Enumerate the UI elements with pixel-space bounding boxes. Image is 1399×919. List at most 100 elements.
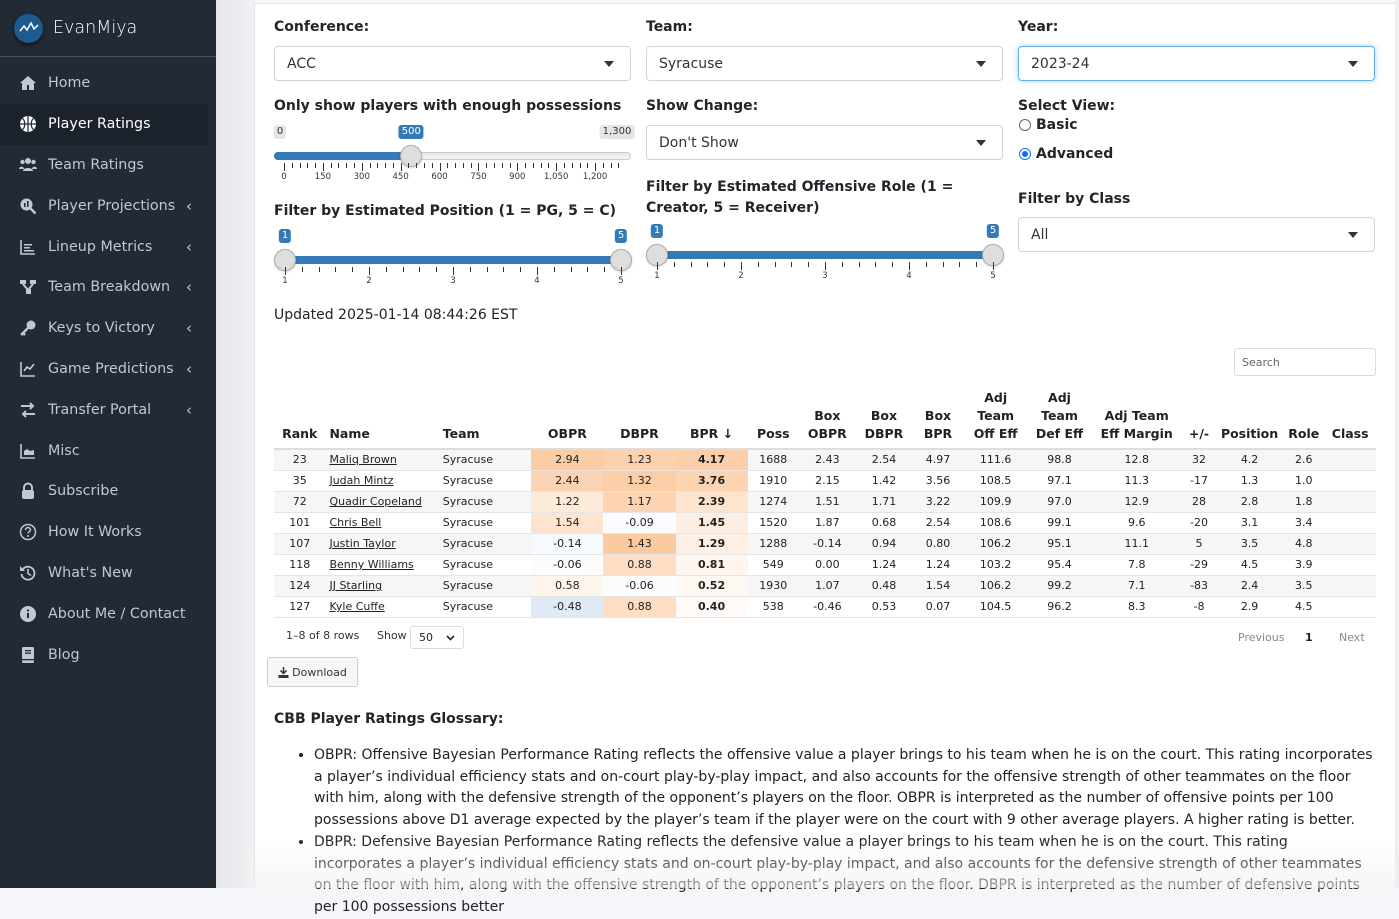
possessions-handle[interactable] <box>400 145 423 167</box>
class-select[interactable]: All <box>1018 217 1375 252</box>
column-header-box-obpr[interactable]: Box OBPR <box>799 389 856 450</box>
slider-tick <box>757 262 759 267</box>
column-header-adj-team-def-eff[interactable]: Adj Team Def Eff <box>1027 389 1092 450</box>
player-link[interactable]: Benny Williams <box>329 558 413 571</box>
radio-basic[interactable]: Basic <box>1019 117 1078 133</box>
slider-tick <box>377 163 379 168</box>
cell-+: -83 <box>1182 575 1216 597</box>
line-chart-icon <box>18 359 38 379</box>
slider-tick <box>942 262 944 267</box>
column-header-bpr[interactable]: BPR ↓ <box>675 389 748 450</box>
sidebar-item-how-it-works[interactable]: How It Works <box>0 512 216 553</box>
slider-tick <box>493 163 495 168</box>
player-link[interactable]: Justin Taylor <box>329 537 395 550</box>
table-row[interactable]: 107 Justin Taylor Syracuse -0.14 1.43 1.29 128… <box>274 533 1376 555</box>
sidebar-item-lineup-metrics[interactable]: Lineup Metrics ‹ <box>0 226 216 267</box>
conference-select[interactable]: ACC <box>274 46 631 81</box>
sidebar-item-player-ratings[interactable]: Player Ratings <box>0 103 208 145</box>
slider-tick <box>570 267 572 272</box>
previous-page-button[interactable]: Previous <box>1238 631 1285 644</box>
pagination-info: 1–8 of 8 rows <box>286 629 360 642</box>
cell-rank: 124 <box>274 575 326 597</box>
sidebar-item-misc[interactable]: Misc <box>0 430 216 471</box>
radio-advanced-label: Advanced <box>1036 146 1114 162</box>
team-select[interactable]: Syracuse <box>646 46 1003 81</box>
show-change-select[interactable]: Don't Show <box>646 125 1003 160</box>
column-header-position[interactable]: Position <box>1215 389 1284 450</box>
player-link[interactable]: Maliq Brown <box>329 453 396 466</box>
sidebar-item-about-me-contact[interactable]: About Me / Contact <box>0 593 216 634</box>
download-button[interactable]: Download <box>267 657 358 687</box>
next-page-button[interactable]: Next <box>1339 631 1365 644</box>
table-search-input[interactable]: Search <box>1234 348 1376 376</box>
slider-tick <box>322 163 324 171</box>
page-scrollbar[interactable] <box>1395 0 1399 888</box>
cell-+: 28 <box>1182 491 1216 513</box>
page-1-button[interactable]: 1 <box>1305 631 1313 644</box>
cell-poss: 1288 <box>747 533 800 555</box>
sidebar-item-blog[interactable]: Blog <box>0 634 216 675</box>
position-low-value: 1 <box>278 229 292 243</box>
sidebar-item-keys-to-victory[interactable]: Keys to Victory ‹ <box>0 308 216 349</box>
table-row[interactable]: 127 Kyle Cuffe Syracuse -0.48 0.88 0.40 538 -0.… <box>274 596 1376 618</box>
cell-dbpr: 1.23 <box>603 449 676 471</box>
column-header-adj-team-eff-margin[interactable]: Adj Team Eff Margin <box>1091 389 1183 450</box>
cell-dbpr: 0.88 <box>603 596 676 618</box>
radio-button[interactable] <box>1019 119 1031 131</box>
cell-obpr: 0.58 <box>531 575 604 597</box>
table-row[interactable]: 35 Judah Mintz Syracuse 2.44 1.32 3.76 1910 2.1… <box>274 470 1376 492</box>
cell-box-dbpr: 1.71 <box>855 491 913 513</box>
column-header-poss[interactable]: Poss <box>747 389 800 450</box>
column-header-box-bpr[interactable]: Box BPR <box>912 389 964 450</box>
cell-rank: 118 <box>274 554 326 576</box>
column-header-team[interactable]: Team <box>438 389 532 450</box>
table-row[interactable]: 101 Chris Bell Syracuse 1.54 -0.09 1.45 1520 1.… <box>274 512 1376 534</box>
sidebar-item-team-breakdown[interactable]: Team Breakdown ‹ <box>0 267 216 308</box>
cell-adj-team-def-eff: 99.2 <box>1027 575 1092 597</box>
radio-button[interactable] <box>1019 148 1031 160</box>
sidebar-item-home[interactable]: Home <box>0 63 216 104</box>
search-chart-icon <box>18 196 38 216</box>
table-row[interactable]: 124 JJ Starling Syracuse 0.58 -0.06 0.52 1930 1… <box>274 575 1376 597</box>
column-header-rank[interactable]: Rank <box>274 389 326 450</box>
column-header-obpr[interactable]: OBPR <box>531 389 604 450</box>
sidebar-item-team-ratings[interactable]: Team Ratings <box>0 145 216 186</box>
cell-adj-team-eff-margin: 8.3 <box>1091 596 1183 618</box>
player-link[interactable]: Quadir Copeland <box>329 495 421 508</box>
player-link[interactable]: JJ Starling <box>329 579 382 592</box>
sidebar-item-transfer-portal[interactable]: Transfer Portal ‹ <box>0 389 216 430</box>
position-slider[interactable]: 1 5 1 2 3 4 5 <box>274 229 632 289</box>
cell-team: Syracuse <box>438 575 532 597</box>
column-header-adj-team-off-eff[interactable]: Adj Team Off Eff <box>963 389 1028 450</box>
sidebar-item-what-s-new[interactable]: What's New <box>0 553 216 594</box>
slider-tick-label: 4 <box>534 276 540 286</box>
page-size-select[interactable]: 50 <box>410 626 464 649</box>
player-link[interactable]: Chris Bell <box>329 516 381 529</box>
sidebar-item-player-projections[interactable]: Player Projections ‹ <box>0 185 216 226</box>
cell-box-obpr: 2.43 <box>799 449 856 471</box>
table-row[interactable]: 72 Quadir Copeland Syracuse 1.22 1.17 2.39 127… <box>274 491 1376 513</box>
brand[interactable]: EvanMiya <box>0 0 216 57</box>
column-header-dbpr[interactable]: DBPR <box>603 389 676 450</box>
cell-poss: 1274 <box>747 491 800 513</box>
column-header-role[interactable]: Role <box>1283 389 1325 450</box>
role-slider[interactable]: 1 5 1 2 3 4 5 <box>646 224 1004 284</box>
player-link[interactable]: Judah Mintz <box>329 474 393 487</box>
player-link[interactable]: Kyle Cuffe <box>329 600 384 613</box>
possessions-slider[interactable]: 0 1,300 500 0 150 300 450 600 750 900 1,050 1,200 <box>273 125 635 185</box>
slider-tick <box>602 163 604 168</box>
role-fill <box>657 251 993 259</box>
sidebar-item-subscribe[interactable]: Subscribe <box>0 471 216 512</box>
column-header-class[interactable]: Class <box>1324 389 1376 450</box>
slider-tick <box>595 163 597 171</box>
column-header-box-dbpr[interactable]: Box DBPR <box>855 389 913 450</box>
table-row[interactable]: 118 Benny Williams Syracuse -0.06 0.88 0.81 54… <box>274 554 1376 576</box>
radio-advanced[interactable]: Advanced <box>1019 146 1113 162</box>
slider-tick <box>993 262 994 270</box>
table-row[interactable]: 23 Maliq Brown Syracuse 2.94 1.23 4.17 1688 2.4… <box>274 449 1376 471</box>
column-header-+[interactable]: +/- <box>1182 389 1216 450</box>
year-select[interactable]: 2023-24 <box>1018 46 1375 81</box>
column-header-name[interactable]: Name <box>325 389 439 450</box>
sidebar-item-game-predictions[interactable]: Game Predictions ‹ <box>0 349 216 390</box>
slider-tick <box>369 163 371 168</box>
